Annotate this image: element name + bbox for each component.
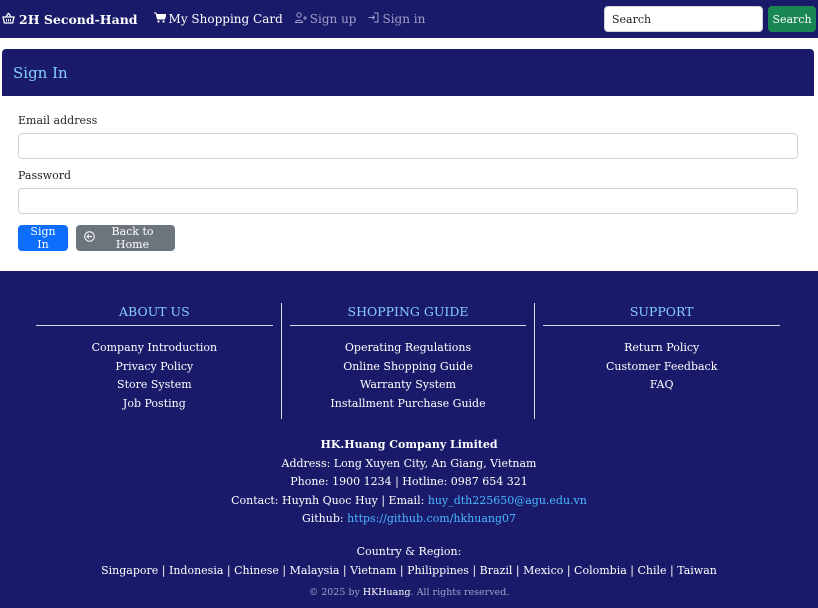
footer-column-title: ABOUT US [36, 303, 273, 326]
password-label: Password [18, 169, 72, 182]
signin-form: Email address Password Sign In Back to H… [2, 114, 814, 251]
nav-sign-in-label: Sign in [382, 12, 426, 26]
password-field[interactable] [18, 188, 798, 214]
search-button[interactable]: Search [768, 6, 816, 32]
footer-link[interactable]: Return Policy [543, 339, 780, 358]
search-input[interactable] [604, 6, 763, 32]
form-actions: Sign In Back to Home [18, 225, 800, 251]
sign-in-icon [368, 12, 379, 26]
company-phone: Phone: 1900 1234 | Hotline: 0987 654 321 [290, 475, 528, 489]
footer-column-title: SUPPORT [543, 303, 781, 326]
footer-link[interactable]: FAQ [543, 376, 780, 395]
email-field[interactable] [18, 133, 798, 159]
back-to-home-label: Back to Home [111, 225, 154, 251]
company-info: HK.Huang Company Limited Address: Long X… [0, 436, 818, 529]
footer: ABOUT US Company Introduction Privacy Po… [0, 271, 818, 608]
company-contact: Contact: Huynh Quoc Huy | Email: huy_dth… [0, 492, 818, 511]
email-label: Email address [18, 114, 98, 127]
github-prefix: Github: [301, 512, 348, 526]
footer-link[interactable]: Online Shopping Guide [290, 358, 527, 377]
back-to-home-button[interactable]: Back to Home [76, 225, 175, 251]
footer-link[interactable]: Warranty System [290, 376, 527, 395]
footer-link[interactable]: Installment Purchase Guide [290, 395, 527, 414]
contact-prefix: Contact: Huynh Quoc Huy | Email: [231, 493, 428, 507]
copyright-owner: HKHuang [362, 587, 411, 598]
footer-column-about: ABOUT US Company Introduction Privacy Po… [28, 303, 281, 419]
basket-icon [2, 12, 15, 27]
footer-column-support: SUPPORT Return Policy Customer Feedback … [534, 303, 788, 419]
arrow-left-circle-icon [84, 231, 95, 245]
github-link[interactable]: https://github.com/hkhuang07 [347, 512, 516, 525]
region-info: Country & Region: Singapore | Indonesia … [0, 543, 818, 580]
company-address: Address: Long Xuyen City, An Giang, Viet… [281, 456, 537, 470]
footer-link[interactable]: Operating Regulations [290, 339, 527, 358]
nav-sign-up[interactable]: Sign up [294, 12, 357, 26]
nav-sign-up-label: Sign up [309, 12, 357, 26]
email-link[interactable]: huy_dth225650@agu.edu.vn [428, 494, 587, 507]
company-name: HK.Huang Company Limited [320, 438, 498, 451]
footer-link[interactable]: Company Introduction [36, 339, 273, 358]
search-form: Search [604, 6, 816, 32]
user-plus-icon [294, 12, 307, 26]
footer-link[interactable]: Privacy Policy [36, 358, 273, 377]
footer-column-title: SHOPPING GUIDE [289, 303, 527, 326]
footer-column-shopping-guide: SHOPPING GUIDE Operating Regulations Onl… [280, 303, 535, 419]
cart-icon [153, 12, 167, 26]
nav-sign-in[interactable]: Sign in [368, 12, 425, 26]
copyright: © 2025 by HKHuang. All rights reserved. [0, 587, 818, 598]
copyright-prefix: © 2025 by [308, 587, 363, 598]
navbar: 2H Second-Hand My Shopping Card Sign up … [0, 0, 818, 38]
brand-label: 2H Second-Hand [19, 11, 138, 27]
footer-link[interactable]: Store System [36, 376, 273, 395]
region-list: Singapore | Indonesia | Chinese | Malays… [101, 563, 717, 577]
main-content: Sign In Email address Password Sign In B… [0, 38, 818, 271]
company-github: Github: https://github.com/hkhuang07 [0, 510, 818, 529]
footer-link[interactable]: Job Posting [36, 395, 273, 414]
footer-link[interactable]: Customer Feedback [543, 358, 780, 377]
signin-card: Sign In Email address Password Sign In B… [2, 49, 814, 271]
signin-card-header: Sign In [2, 49, 814, 96]
sign-in-button[interactable]: Sign In [18, 225, 68, 251]
footer-columns: ABOUT US Company Introduction Privacy Po… [28, 303, 788, 419]
nav-shopping-card[interactable]: My Shopping Card [153, 12, 283, 26]
signin-title: Sign In [13, 63, 68, 82]
region-label: Country & Region: [356, 545, 462, 558]
copyright-suffix: . All rights reserved. [410, 587, 510, 598]
nav-shopping-card-label: My Shopping Card [168, 12, 283, 26]
brand-link[interactable]: 2H Second-Hand [2, 12, 138, 27]
